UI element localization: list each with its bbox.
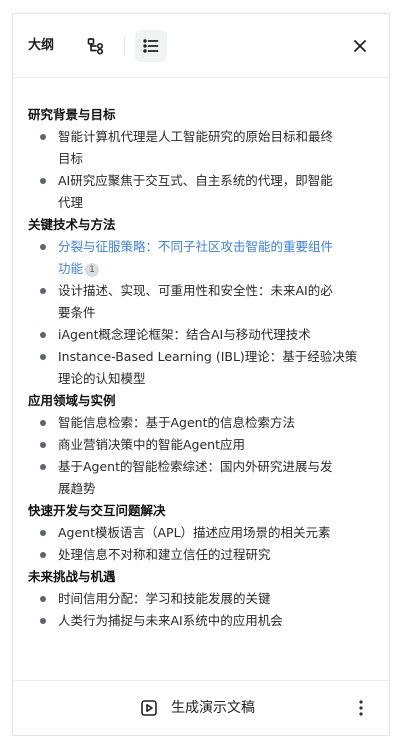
outline-item-text: 功能 — [58, 261, 84, 276]
outline-item-text: 处理信息不对称和建立信任的过程研究 — [58, 547, 271, 562]
outline-item[interactable]: Agent模板语言（APL）描述应用场景的相关元素 — [28, 522, 378, 544]
generate-presentation-button[interactable]: 生成演示文稿 — [139, 696, 255, 720]
bullet-dot — [40, 332, 46, 338]
section-heading[interactable]: 研究背景与目标 — [28, 104, 378, 126]
section-heading[interactable]: 未来挑战与机遇 — [28, 566, 378, 588]
outline-item[interactable]: iAgent概念理论框架：结合AI与移动代理技术 — [28, 324, 378, 346]
outline-item-line: 理论的认知模型 — [58, 368, 378, 390]
bullet-dot — [40, 618, 46, 624]
outline-item-line: 要条件 — [58, 302, 378, 324]
outline-item-line: 时间信用分配：学习和技能发展的关键 — [58, 588, 378, 610]
generate-presentation-label: 生成演示文稿 — [171, 700, 255, 716]
outline-item-text: 理论的认知模型 — [58, 371, 146, 386]
play-slide-icon — [139, 698, 159, 718]
panel-footer: 生成演示文稿 — [13, 680, 389, 735]
outline-item[interactable]: AI研究应聚焦于交互式、自主系统的代理，即智能 代理 — [28, 170, 378, 214]
close-icon — [354, 40, 366, 52]
reference-count-badge[interactable]: 1 — [85, 263, 100, 277]
outline-item-text: 商业营销决策中的智能Agent应用 — [58, 437, 246, 452]
outline-item-line: 代理 — [58, 192, 378, 214]
outline-item-text: 设计描述、实现、可重用性和安全性：未来AI的必 — [58, 283, 333, 298]
close-button[interactable] — [346, 32, 374, 60]
outline-item-line: 处理信息不对称和建立信任的过程研究 — [58, 544, 378, 566]
panel-title: 大纲 — [28, 38, 55, 53]
outline-panel: 大纲 研究背景与目标 智能计算机代理是人工智能研究的原始目标和最终 目标 AI研… — [12, 13, 390, 736]
bullet-dot — [40, 596, 46, 602]
outline-item-line: 人类行为捕捉与未来AI系统中的应用机会 — [58, 610, 378, 632]
outline-item[interactable]: 设计描述、实现、可重用性和安全性：未来AI的必 要条件 — [28, 280, 378, 324]
outline-item-text: AI研究应聚焦于交互式、自主系统的代理，即智能 — [58, 173, 333, 188]
bullet-dot — [40, 354, 46, 360]
bullet-dot — [40, 134, 46, 140]
outline-item-line: 商业营销决策中的智能Agent应用 — [58, 434, 378, 456]
more-options-button[interactable] — [353, 695, 369, 721]
outline-item-text: 代理 — [58, 195, 84, 210]
outline-item-line: 功能 1 — [58, 258, 378, 280]
list-icon — [143, 39, 159, 53]
bullet-dot — [40, 288, 46, 294]
outline-item-line: 基于Agent的智能检索综述：国内外研究进展与发 — [58, 456, 378, 478]
outline-item-line: iAgent概念理论框架：结合AI与移动代理技术 — [58, 324, 378, 346]
bullet-dot — [40, 420, 46, 426]
list-view-button[interactable] — [135, 30, 167, 62]
outline-item-line: 设计描述、实现、可重用性和安全性：未来AI的必 — [58, 280, 378, 302]
outline-item[interactable]: 基于Agent的智能检索综述：国内外研究进展与发 展趋势 — [28, 456, 378, 500]
outline-item[interactable]: 智能计算机代理是人工智能研究的原始目标和最终 目标 — [28, 126, 378, 170]
outline-item-text: 时间信用分配：学习和技能发展的关键 — [58, 591, 271, 606]
bullet-dot — [40, 178, 46, 184]
outline-item-text: 分裂与征服策略：不同子社区攻击智能的重要组件 — [58, 239, 334, 254]
outline-item[interactable]: 处理信息不对称和建立信任的过程研究 — [28, 544, 378, 566]
outline-item-line: 分裂与征服策略：不同子社区攻击智能的重要组件 — [58, 236, 378, 258]
outline-item-text: Instance-Based Learning (IBL)理论：基于经验决策 — [58, 349, 358, 364]
outline-item-text: 要条件 — [58, 305, 96, 320]
outline-item-line: Instance-Based Learning (IBL)理论：基于经验决策 — [58, 346, 378, 368]
outline-item-line: 智能计算机代理是人工智能研究的原始目标和最终 — [58, 126, 378, 148]
outline-item[interactable]: Instance-Based Learning (IBL)理论：基于经验决策 理论… — [28, 346, 378, 390]
outline-item[interactable]: 人类行为捕捉与未来AI系统中的应用机会 — [28, 610, 378, 632]
section-heading[interactable]: 快速开发与交互问题解决 — [28, 500, 378, 522]
outline-item[interactable]: 分裂与征服策略：不同子社区攻击智能的重要组件 功能 1 — [28, 236, 378, 280]
outline-item-text: iAgent概念理论框架：结合AI与移动代理技术 — [58, 327, 311, 342]
bullet-dot — [40, 552, 46, 558]
mindmap-view-button[interactable] — [80, 30, 112, 62]
outline-item-line: 展趋势 — [58, 478, 378, 500]
outline-item[interactable]: 时间信用分配：学习和技能发展的关键 — [28, 588, 378, 610]
bullet-dot — [40, 530, 46, 536]
header-divider — [124, 36, 125, 56]
section-heading[interactable]: 应用领域与实例 — [28, 390, 378, 412]
more-vertical-icon — [359, 700, 363, 716]
outline-list: 研究背景与目标 智能计算机代理是人工智能研究的原始目标和最终 目标 AI研究应聚焦于交… — [28, 104, 378, 632]
outline-item-text: 智能计算机代理是人工智能研究的原始目标和最终 — [58, 129, 334, 144]
outline-item-text: Agent模板语言（APL）描述应用场景的相关元素 — [58, 525, 331, 540]
outline-item-line: AI研究应聚焦于交互式、自主系统的代理，即智能 — [58, 170, 378, 192]
outline-item[interactable]: 商业营销决策中的智能Agent应用 — [28, 434, 378, 456]
outline-item-line: Agent模板语言（APL）描述应用场景的相关元素 — [58, 522, 378, 544]
bullet-dot — [40, 244, 46, 250]
outline-item[interactable]: 智能信息检索：基于Agent的信息检索方法 — [28, 412, 378, 434]
outline-item-text: 人类行为捕捉与未来AI系统中的应用机会 — [58, 613, 283, 628]
outline-item-line: 目标 — [58, 148, 378, 170]
outline-item-text: 展趋势 — [58, 481, 96, 496]
outline-item-text: 智能信息检索：基于Agent的信息检索方法 — [58, 415, 296, 430]
bullet-dot — [40, 442, 46, 448]
bullet-dot — [40, 464, 46, 470]
section-heading[interactable]: 关键技术与方法 — [28, 214, 378, 236]
mindmap-icon — [87, 38, 104, 55]
outline-item-line: 智能信息检索：基于Agent的信息检索方法 — [58, 412, 378, 434]
panel-header: 大纲 — [13, 14, 389, 78]
outline-item-text: 目标 — [58, 151, 84, 166]
outline-item-text: 基于Agent的智能检索综述：国内外研究进展与发 — [58, 459, 333, 474]
